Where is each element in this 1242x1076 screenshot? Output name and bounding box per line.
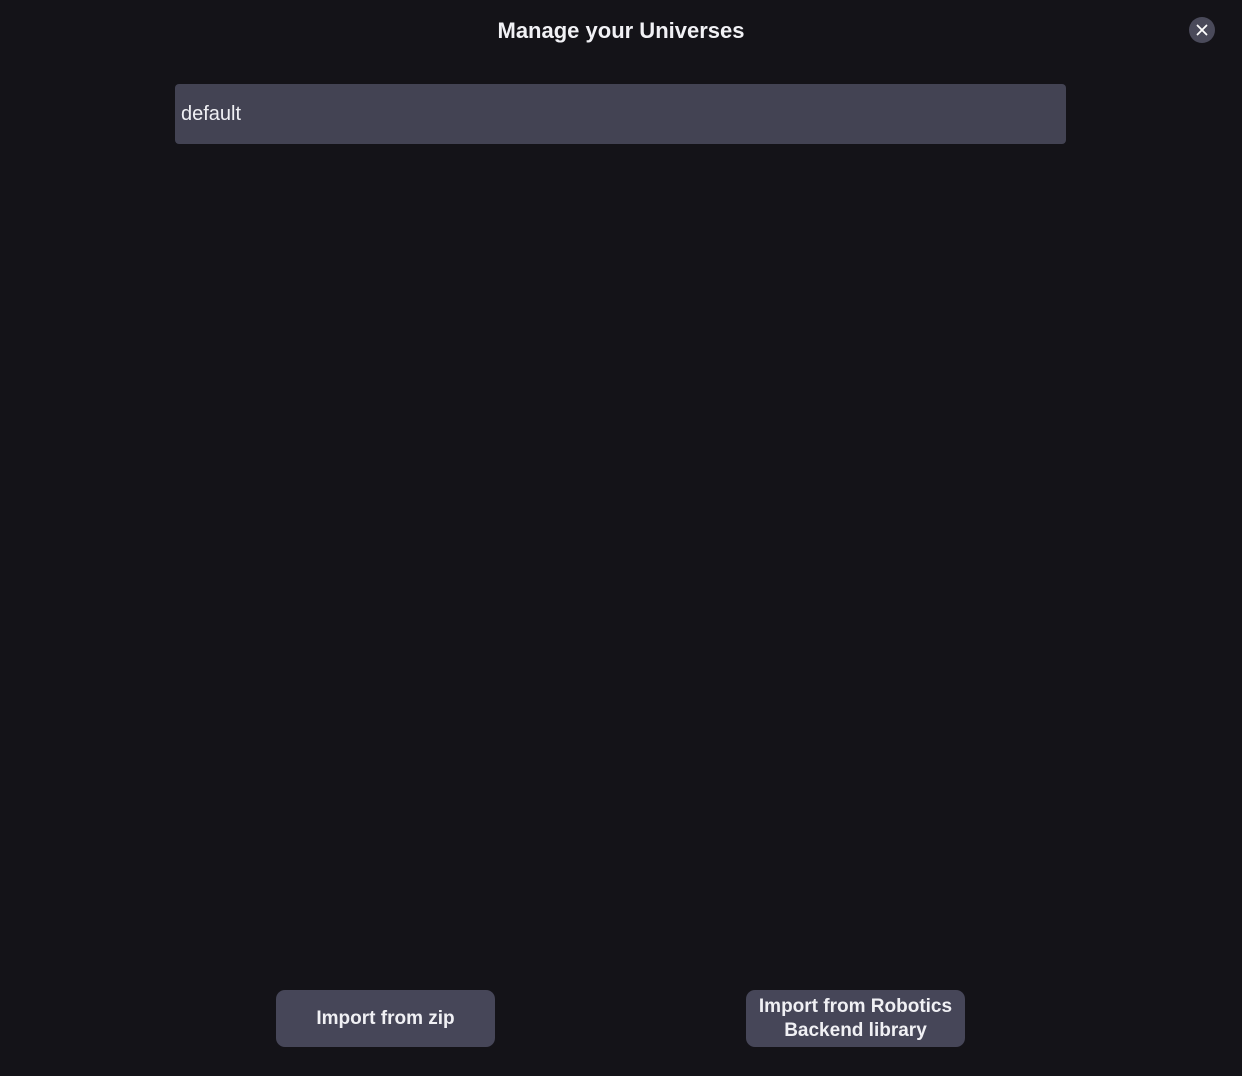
universe-item-default[interactable]: default [175, 84, 1066, 144]
import-from-library-label: Import from Robotics Backend library [758, 995, 953, 1041]
close-button[interactable] [1189, 17, 1215, 43]
dialog-title: Manage your Universes [497, 18, 745, 43]
universe-list: default [175, 84, 1066, 144]
manage-universes-dialog: Manage your Universes default Import fro… [0, 0, 1242, 1076]
import-from-zip-label: Import from zip [316, 1007, 455, 1029]
universe-name: default [181, 102, 242, 125]
close-icon [1196, 24, 1208, 36]
import-from-library-button[interactable]: Import from Robotics Backend library [746, 990, 965, 1047]
import-from-zip-button[interactable]: Import from zip [276, 990, 495, 1047]
